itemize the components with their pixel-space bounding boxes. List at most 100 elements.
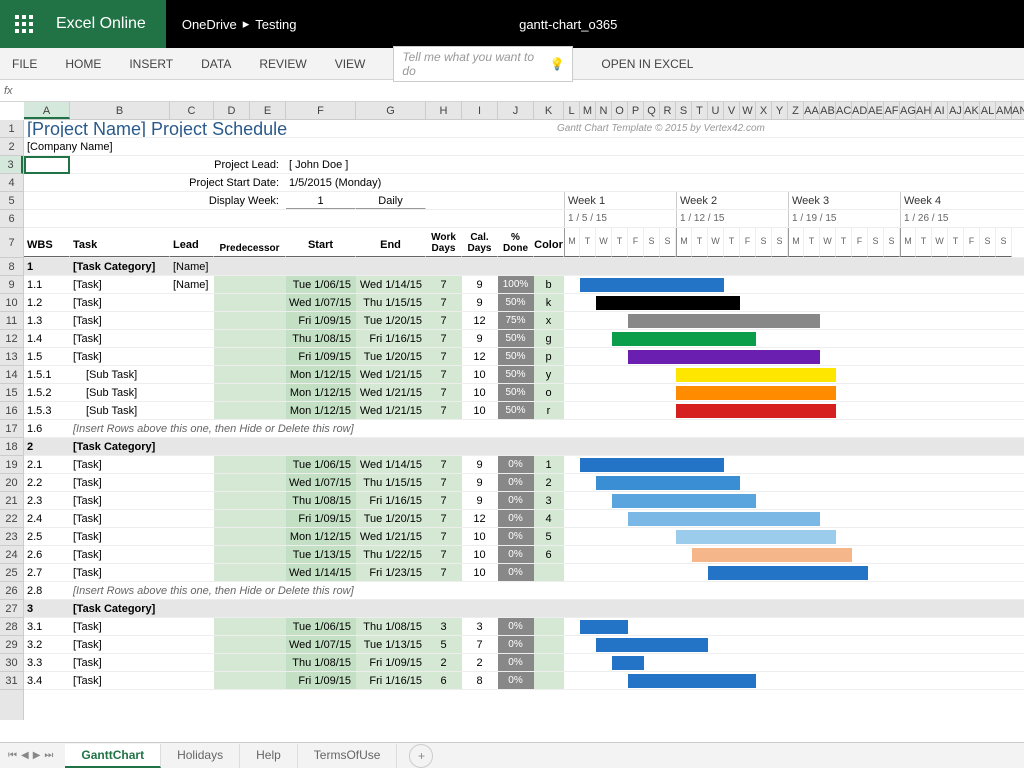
note-18[interactable]: [Insert Rows above this one, then Hide o… xyxy=(70,582,1020,599)
row-header-7[interactable]: 7 xyxy=(0,228,23,258)
tab-scroll-buttons[interactable]: ⏮◀▶⏭ xyxy=(8,750,65,761)
col-header-V[interactable]: V xyxy=(724,102,740,119)
start-23[interactable]: Fri 1/09/15 xyxy=(286,672,356,689)
col-header-D[interactable]: D xyxy=(214,102,250,119)
header-color[interactable]: Color xyxy=(534,228,564,257)
start-12[interactable]: Wed 1/07/15 xyxy=(286,474,356,491)
col-header-AA[interactable]: AA xyxy=(804,102,820,119)
start-22[interactable]: Thu 1/08/15 xyxy=(286,654,356,671)
tab-insert[interactable]: INSERT xyxy=(129,57,173,71)
end-11[interactable]: Wed 1/14/15 xyxy=(356,456,426,473)
col-header-F[interactable]: F xyxy=(286,102,356,119)
start-4[interactable]: Thu 1/08/15 xyxy=(286,330,356,347)
wbs-4[interactable]: 1.4 xyxy=(24,330,70,347)
pct-5[interactable]: 50% xyxy=(498,348,534,365)
pct-6[interactable]: 50% xyxy=(498,366,534,383)
wbs-1[interactable]: 1.1 xyxy=(24,276,70,293)
col-header-AH[interactable]: AH xyxy=(916,102,932,119)
pct-17[interactable]: 0% xyxy=(498,564,534,581)
week-date-0[interactable]: 1 / 5 / 15 xyxy=(564,210,676,227)
start-15[interactable]: Mon 1/12/15 xyxy=(286,528,356,545)
week-date-1[interactable]: 1 / 12 / 15 xyxy=(676,210,788,227)
col-header-AD[interactable]: AD xyxy=(852,102,868,119)
row-headers[interactable]: 1234567891011121314151617181920212223242… xyxy=(0,120,24,720)
start-16[interactable]: Tue 1/13/15 xyxy=(286,546,356,563)
tell-me-search[interactable]: Tell me what you want to do💡 xyxy=(393,46,573,82)
formula-input[interactable] xyxy=(28,82,1020,100)
row-header-13[interactable]: 13 xyxy=(0,348,23,366)
header-pct[interactable]: % Done xyxy=(498,228,534,257)
task-8[interactable]: [Sub Task] xyxy=(70,402,170,419)
wbs-14[interactable]: 2.4 xyxy=(24,510,70,527)
row-header-5[interactable]: 5 xyxy=(0,192,23,210)
pct-12[interactable]: 0% xyxy=(498,474,534,491)
task-14[interactable]: [Task] xyxy=(70,510,170,527)
col-header-G[interactable]: G xyxy=(356,102,426,119)
end-3[interactable]: Tue 1/20/15 xyxy=(356,312,426,329)
end-21[interactable]: Tue 1/13/15 xyxy=(356,636,426,653)
task-15[interactable]: [Task] xyxy=(70,528,170,545)
row-header-20[interactable]: 20 xyxy=(0,474,23,492)
task-6[interactable]: [Sub Task] xyxy=(70,366,170,383)
task-5[interactable]: [Task] xyxy=(70,348,170,365)
scroll-last-icon[interactable]: ⏭ xyxy=(44,750,53,761)
project-lead-label[interactable]: Project Lead: xyxy=(70,156,286,173)
row-header-2[interactable]: 2 xyxy=(0,138,23,156)
col-header-X[interactable]: X xyxy=(756,102,772,119)
row-header-6[interactable]: 6 xyxy=(0,210,23,228)
wbs-15[interactable]: 2.5 xyxy=(24,528,70,545)
display-mode[interactable]: Daily xyxy=(356,192,426,209)
row-header-8[interactable]: 8 xyxy=(0,258,23,276)
row-header-11[interactable]: 11 xyxy=(0,312,23,330)
wbs-21[interactable]: 3.2 xyxy=(24,636,70,653)
wbs-7[interactable]: 1.5.2 xyxy=(24,384,70,401)
wbs-13[interactable]: 2.3 xyxy=(24,492,70,509)
week-label-2[interactable]: Week 3 xyxy=(788,192,900,209)
task-7[interactable]: [Sub Task] xyxy=(70,384,170,401)
pct-21[interactable]: 0% xyxy=(498,636,534,653)
col-header-AJ[interactable]: AJ xyxy=(948,102,964,119)
pct-16[interactable]: 0% xyxy=(498,546,534,563)
col-header-L[interactable]: L xyxy=(564,102,580,119)
task-23[interactable]: [Task] xyxy=(70,672,170,689)
row-header-31[interactable]: 31 xyxy=(0,672,23,690)
end-22[interactable]: Fri 1/09/15 xyxy=(356,654,426,671)
end-15[interactable]: Wed 1/21/15 xyxy=(356,528,426,545)
wbs-20[interactable]: 3.1 xyxy=(24,618,70,635)
display-week-label[interactable]: Display Week: xyxy=(70,192,286,209)
col-header-A[interactable]: A xyxy=(24,102,70,119)
row-header-29[interactable]: 29 xyxy=(0,636,23,654)
task-4[interactable]: [Task] xyxy=(70,330,170,347)
task-12[interactable]: [Task] xyxy=(70,474,170,491)
end-7[interactable]: Wed 1/21/15 xyxy=(356,384,426,401)
task-16[interactable]: [Task] xyxy=(70,546,170,563)
row-header-19[interactable]: 19 xyxy=(0,456,23,474)
wbs-23[interactable]: 3.4 xyxy=(24,672,70,689)
task-2[interactable]: [Task] xyxy=(70,294,170,311)
col-header-H[interactable]: H xyxy=(426,102,462,119)
col-header-Q[interactable]: Q xyxy=(644,102,660,119)
col-header-C[interactable]: C xyxy=(170,102,214,119)
tab-data[interactable]: DATA xyxy=(201,57,231,71)
end-20[interactable]: Thu 1/08/15 xyxy=(356,618,426,635)
col-header-W[interactable]: W xyxy=(740,102,756,119)
pct-3[interactable]: 75% xyxy=(498,312,534,329)
pct-20[interactable]: 0% xyxy=(498,618,534,635)
start-5[interactable]: Fri 1/09/15 xyxy=(286,348,356,365)
wbs-17[interactable]: 2.7 xyxy=(24,564,70,581)
start-11[interactable]: Tue 1/06/15 xyxy=(286,456,356,473)
task-20[interactable]: [Task] xyxy=(70,618,170,635)
start-21[interactable]: Wed 1/07/15 xyxy=(286,636,356,653)
pct-4[interactable]: 50% xyxy=(498,330,534,347)
row-header-30[interactable]: 30 xyxy=(0,654,23,672)
week-date-2[interactable]: 1 / 19 / 15 xyxy=(788,210,900,227)
task-21[interactable]: [Task] xyxy=(70,636,170,653)
week-label-1[interactable]: Week 2 xyxy=(676,192,788,209)
row-header-21[interactable]: 21 xyxy=(0,492,23,510)
start-20[interactable]: Tue 1/06/15 xyxy=(286,618,356,635)
col-header-U[interactable]: U xyxy=(708,102,724,119)
col-header-B[interactable]: B xyxy=(70,102,170,119)
wbs-12[interactable]: 2.2 xyxy=(24,474,70,491)
row-header-12[interactable]: 12 xyxy=(0,330,23,348)
row-header-28[interactable]: 28 xyxy=(0,618,23,636)
